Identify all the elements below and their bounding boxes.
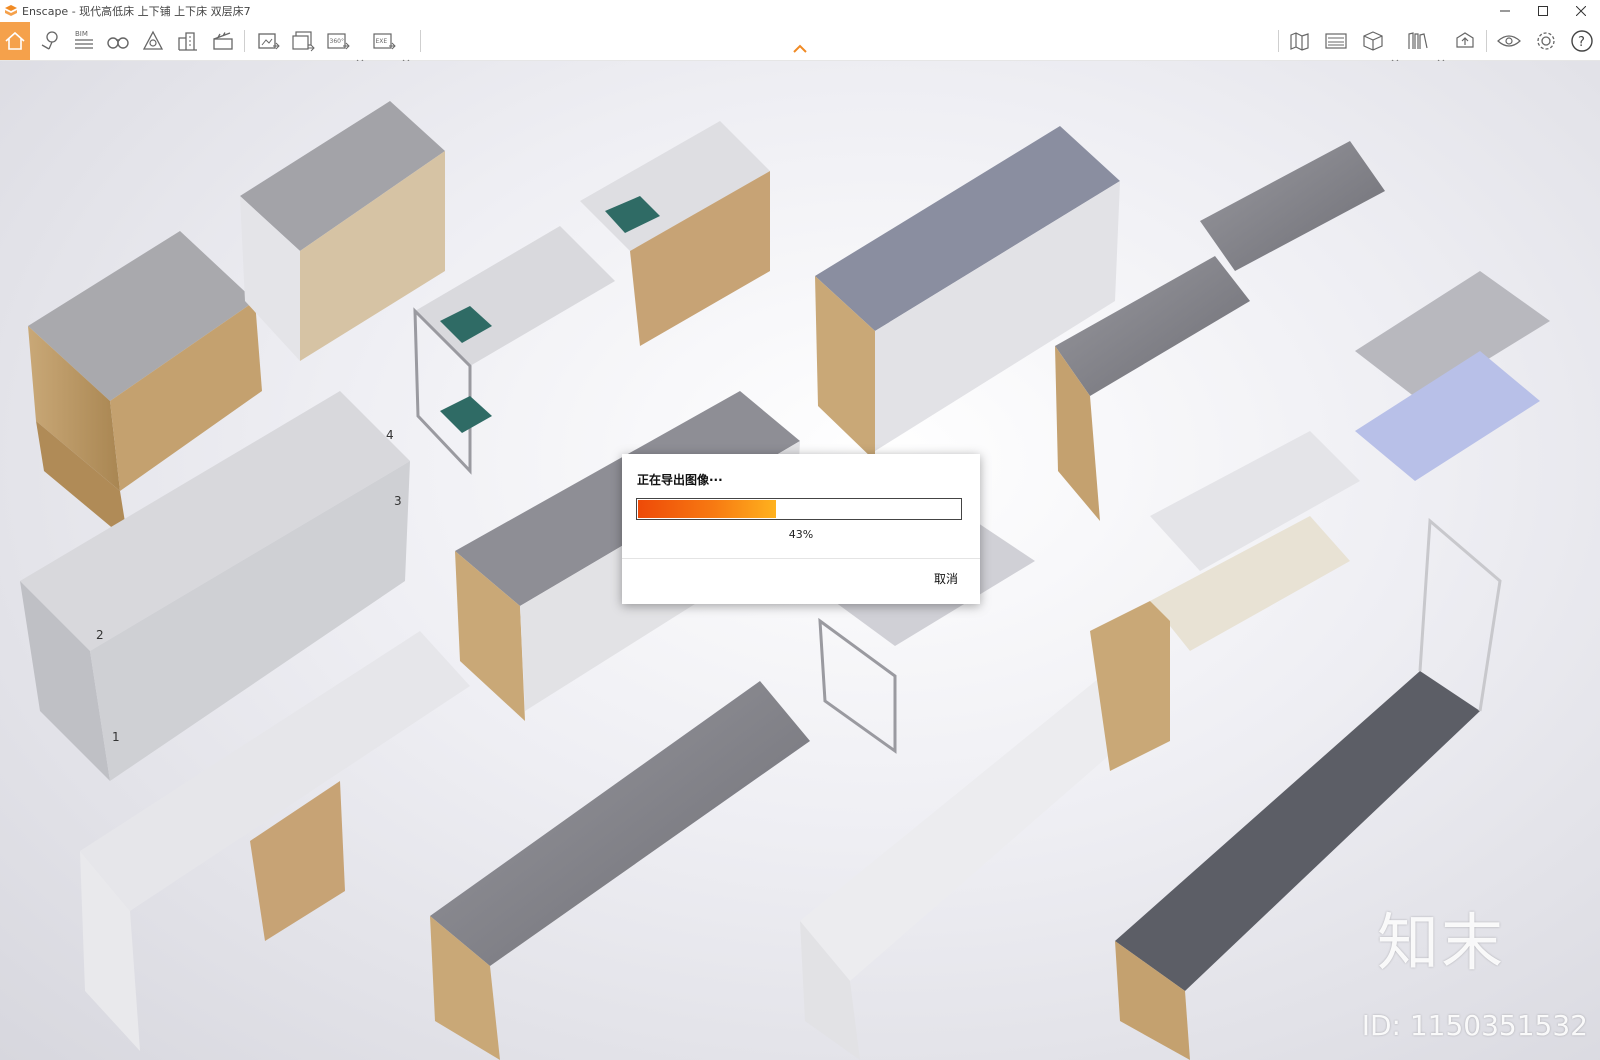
loft-bed-teal-pillow xyxy=(580,121,770,346)
maximize-icon[interactable] xyxy=(1524,0,1562,22)
enscape-logo-icon xyxy=(5,5,17,16)
toolbar-separator xyxy=(1486,30,1487,52)
batch-export-icon[interactable] xyxy=(287,25,319,57)
location-pin-icon[interactable] xyxy=(34,25,66,57)
minimize-icon[interactable] xyxy=(1486,0,1524,22)
watermark-logo: 知末 xyxy=(1376,906,1505,979)
clapperboard-icon[interactable] xyxy=(207,25,239,57)
panorama-export-icon[interactable]: 360° xyxy=(322,25,354,57)
binoculars-icon[interactable] xyxy=(102,25,134,57)
settings-icon[interactable] xyxy=(1530,25,1562,57)
help-icon[interactable]: ? xyxy=(1566,25,1598,57)
eye-icon[interactable] xyxy=(1493,25,1525,57)
screenshot-export-icon[interactable] xyxy=(252,25,284,57)
grey-loft-bed-lower-center xyxy=(430,681,810,1060)
cloud-upload-icon[interactable] xyxy=(1449,25,1481,57)
close-icon[interactable] xyxy=(1562,0,1600,22)
metal-bunk-bed-lavender xyxy=(1355,271,1550,481)
toolbar-separator xyxy=(420,30,421,52)
window-controls xyxy=(1486,0,1600,22)
progress-percent: 43% xyxy=(788,528,814,541)
home-icon[interactable] xyxy=(0,22,30,60)
export-progress-dialog: 正在导出图像··· 43% 取消 xyxy=(622,454,980,604)
watermark-id: ID: 1150351532 xyxy=(1361,1009,1588,1042)
svg-text:3: 3 xyxy=(394,494,402,508)
svg-text:?: ? xyxy=(1578,35,1585,50)
video-editor-icon[interactable] xyxy=(1320,25,1352,57)
asset-library-icon[interactable] xyxy=(137,25,169,57)
white-loft-bed-lower-right xyxy=(800,601,1170,1060)
exe-export-icon[interactable]: EXE xyxy=(368,25,400,57)
window-title: Enscape - 现代高低床 上下铺 上下床 双层床7 xyxy=(22,5,251,18)
title-bar: Enscape - 现代高低床 上下铺 上下床 双层床7 xyxy=(0,0,1600,22)
box-view-icon[interactable] xyxy=(1357,25,1389,57)
svg-text:1: 1 xyxy=(112,730,120,744)
white-bunk-bed-right xyxy=(1150,431,1360,651)
dialog-divider xyxy=(622,558,980,559)
toolbar-separator xyxy=(244,30,245,52)
svg-text:4: 4 xyxy=(386,428,394,442)
svg-text:360°: 360° xyxy=(330,38,344,45)
cancel-button[interactable]: 取消 xyxy=(934,570,958,587)
main-toolbar: BIM 360° EXE ? xyxy=(0,22,1600,64)
svg-text:EXE: EXE xyxy=(376,38,388,45)
dialog-title: 正在导出图像··· xyxy=(637,473,723,487)
collapse-toolbar-arrow-icon[interactable] xyxy=(793,44,807,54)
buildings-icon[interactable] xyxy=(172,25,204,57)
map-icon[interactable] xyxy=(1284,25,1316,57)
svg-text:BIM: BIM xyxy=(75,30,88,38)
progress-fill xyxy=(638,500,776,518)
svg-text:2: 2 xyxy=(96,628,104,642)
bim-icon[interactable]: BIM xyxy=(68,25,100,57)
toolbar-separator xyxy=(1278,30,1279,52)
books-icon[interactable] xyxy=(1402,25,1434,57)
export-progress-bar xyxy=(636,498,962,520)
